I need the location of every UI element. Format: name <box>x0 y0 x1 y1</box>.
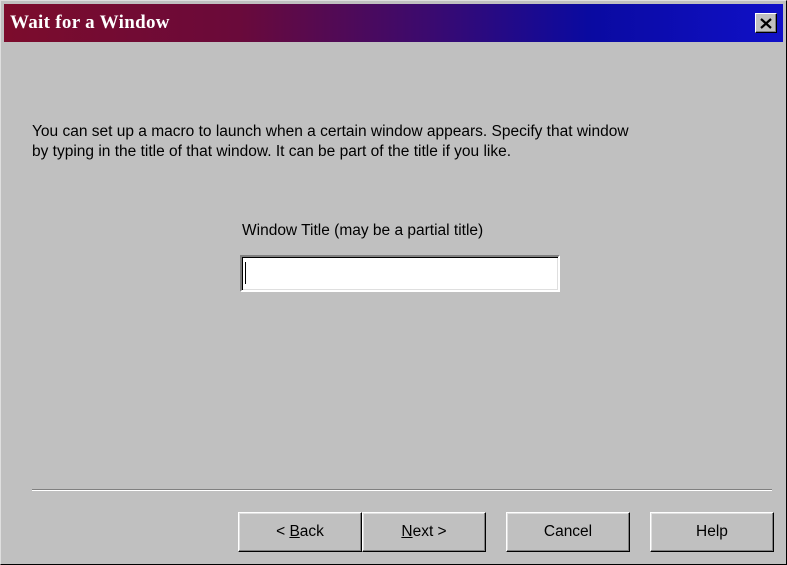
window-title: Wait for a Window <box>10 12 170 33</box>
back-button-label: ack <box>299 523 324 540</box>
window-title-input[interactable] <box>240 255 560 292</box>
title-bar[interactable]: Wait for a Window <box>4 4 783 42</box>
separator-line <box>32 489 772 491</box>
next-button-label: ext > <box>412 523 447 540</box>
window-title-label: Window Title (may be a partial title) <box>242 222 484 239</box>
text-caret <box>245 262 246 284</box>
help-button[interactable]: Help <box>650 512 774 552</box>
back-button-mnemonic: B <box>289 523 300 540</box>
next-button-mnemonic: N <box>401 523 413 540</box>
cancel-button[interactable]: Cancel <box>506 512 630 552</box>
back-button[interactable]: < Back <box>238 512 362 552</box>
cancel-button-label: Cancel <box>543 523 593 540</box>
back-button-prefix: < <box>276 523 290 540</box>
wait-for-window-dialog: Wait for a Window You can set up a macro… <box>0 0 787 565</box>
close-icon <box>760 17 772 29</box>
instructions-text: You can set up a macro to launch when a … <box>32 123 629 160</box>
close-button[interactable] <box>755 13 777 33</box>
help-button-label: Help <box>696 523 728 540</box>
next-button[interactable]: Next > <box>362 512 486 552</box>
